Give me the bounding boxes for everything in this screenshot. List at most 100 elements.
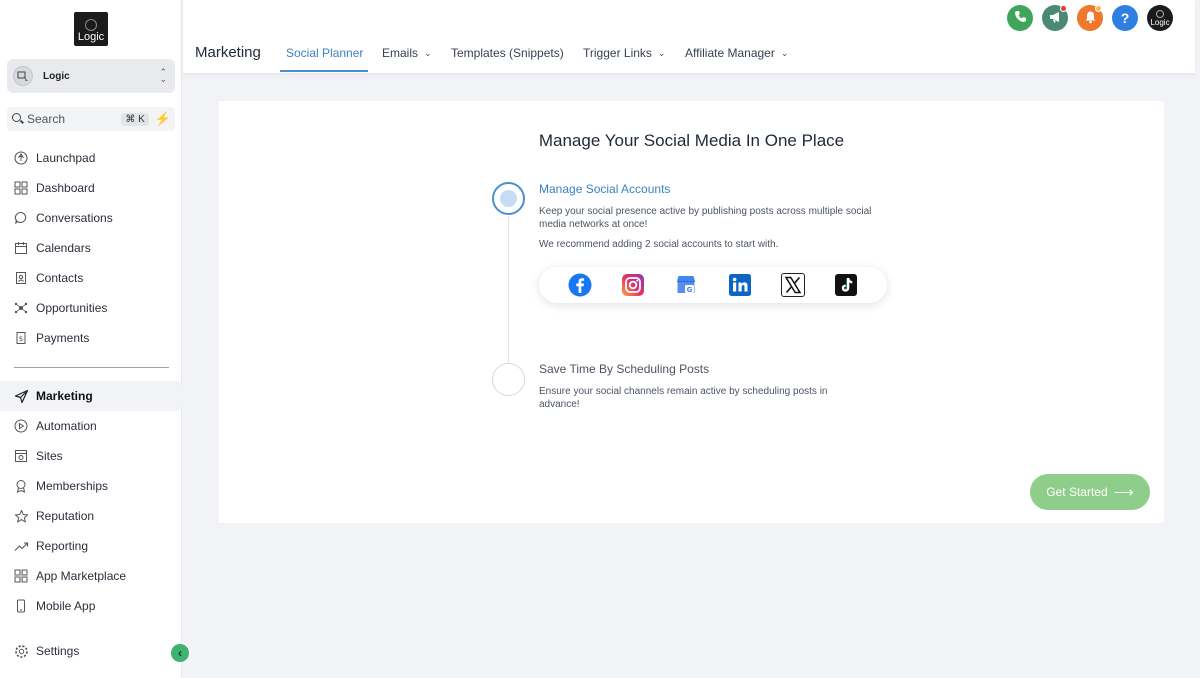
apps-grid-icon — [12, 567, 30, 585]
step-2-title: Save Time By Scheduling Posts — [539, 362, 710, 376]
dashboard-grid-icon — [12, 179, 30, 197]
sidebar-item-opportunities[interactable]: Opportunities — [0, 293, 182, 323]
tab-social-planner[interactable]: Social Planner — [286, 46, 363, 60]
active-tab-indicator — [280, 70, 368, 72]
automation-icon — [12, 417, 30, 435]
launchpad-icon — [12, 149, 30, 167]
account-name: Logic — [43, 70, 70, 82]
sidebar-item-label: Reporting — [36, 539, 89, 553]
sidebar-item-calendars[interactable]: Calendars — [0, 233, 182, 263]
tab-affiliate-manager[interactable]: Affiliate Manager ⌄ — [685, 46, 788, 60]
notification-dot — [1095, 5, 1102, 12]
logo-mark-icon — [1156, 10, 1164, 18]
sidebar-item-reputation[interactable]: Reputation — [0, 501, 182, 531]
arrow-right-icon: ⟶ — [1113, 483, 1134, 500]
sidebar-item-label: Memberships — [36, 479, 109, 493]
sidebar-item-label: Contacts — [36, 271, 84, 285]
chat-bubble-icon — [12, 209, 30, 227]
sidebar-item-label: Conversations — [36, 211, 113, 225]
sidebar-item-marketing[interactable]: Marketing — [0, 381, 182, 411]
sidebar-item-automation[interactable]: Automation — [0, 411, 182, 441]
sidebar-item-label: App Marketplace — [36, 569, 127, 583]
instagram-icon[interactable] — [621, 273, 645, 297]
search-label: Search — [27, 112, 66, 126]
logo-mark-icon — [85, 19, 97, 31]
logo-text: Logic — [77, 31, 105, 43]
linkedin-icon[interactable] — [728, 273, 752, 297]
star-icon — [12, 507, 30, 525]
step-2-indicator — [492, 363, 525, 396]
sidebar-item-label: Mobile App — [36, 599, 96, 613]
account-avatar — [13, 66, 33, 86]
step-1-title[interactable]: Manage Social Accounts — [539, 182, 670, 196]
help-button[interactable]: ? — [1112, 5, 1138, 31]
facebook-icon[interactable] — [568, 273, 592, 297]
sidebar-item-label: Opportunities — [36, 301, 108, 315]
tab-emails[interactable]: Emails ⌄ — [382, 46, 432, 60]
tab-label: Emails — [382, 46, 419, 60]
sidebar-item-label: Sites — [36, 449, 63, 463]
onboarding-title: Manage Your Social Media In One Place — [538, 131, 845, 150]
get-started-button[interactable]: Get Started ⟶ — [1030, 474, 1150, 510]
tab-label: Templates (Snippets) — [451, 46, 564, 60]
sidebar-item-label: Marketing — [36, 389, 93, 403]
search-shortcut: ⌘ K — [121, 112, 149, 126]
megaphone-icon — [1048, 10, 1062, 27]
contacts-icon — [12, 269, 30, 287]
memberships-icon — [12, 477, 30, 495]
chevron-down-icon: ⌄ — [657, 47, 666, 58]
google-business-icon[interactable]: G — [674, 273, 698, 297]
page-title: Marketing — [195, 44, 261, 61]
chevron-down-icon: ⌄ — [780, 47, 789, 58]
profile-avatar[interactable]: Logic — [1147, 5, 1173, 31]
step-1-note: We recommend adding 2 social accounts to… — [539, 239, 779, 250]
collapse-sidebar-button[interactable]: ‹ — [171, 644, 189, 662]
announcements-button[interactable] — [1042, 5, 1068, 31]
x-icon[interactable] — [780, 273, 805, 297]
payments-icon: $ — [12, 329, 30, 347]
ai-bolt-icon[interactable]: ⚡ — [155, 111, 171, 127]
sidebar-item-label: Reputation — [36, 509, 95, 523]
svg-text:$: $ — [19, 335, 23, 343]
brand-logo[interactable]: Logic — [74, 12, 108, 46]
sidebar-item-mobile-app[interactable]: Mobile App — [0, 591, 182, 621]
sidebar-item-payments[interactable]: $ Payments — [0, 323, 182, 353]
sidebar-item-label: Launchpad — [36, 151, 96, 165]
sidebar-item-launchpad[interactable]: Launchpad — [0, 143, 182, 173]
sidebar-item-memberships[interactable]: Memberships — [0, 471, 182, 501]
sidebar-item-app-marketplace[interactable]: App Marketplace — [0, 561, 182, 591]
phone-icon — [1014, 10, 1027, 26]
phone-button[interactable] — [1007, 5, 1033, 31]
sidebar-item-contacts[interactable]: Contacts — [0, 263, 182, 293]
sidebar: Logic Logic ⌃ ⌄ Search ⌘ K ⚡ Launchpad Da… — [0, 0, 182, 678]
sidebar-item-sites[interactable]: Sites — [0, 441, 182, 471]
sidebar-item-label: Dashboard — [36, 181, 95, 195]
search-bar[interactable]: Search ⌘ K ⚡ — [7, 107, 175, 131]
tab-label: Affiliate Manager — [685, 46, 775, 60]
sidebar-item-conversations[interactable]: Conversations — [0, 203, 182, 233]
account-switcher[interactable]: Logic ⌃ ⌄ — [7, 59, 175, 93]
sidebar-item-dashboard[interactable]: Dashboard — [0, 173, 182, 203]
send-plane-icon — [12, 387, 30, 405]
get-started-label: Get Started — [1046, 485, 1108, 499]
tab-label: Trigger Links — [583, 46, 652, 60]
chevron-left-icon: ‹ — [178, 646, 182, 660]
sidebar-item-label: Automation — [36, 419, 97, 433]
trend-icon — [12, 537, 30, 555]
calendar-icon — [12, 239, 30, 257]
notifications-button[interactable] — [1077, 5, 1103, 31]
step-1-indicator — [492, 182, 525, 215]
sidebar-item-settings[interactable]: Settings — [0, 636, 182, 666]
tiktok-icon[interactable] — [834, 273, 858, 297]
help-icon: ? — [1120, 10, 1130, 26]
opportunities-icon — [12, 299, 30, 317]
notification-dot — [1060, 5, 1067, 12]
sites-icon — [12, 447, 30, 465]
gear-icon — [12, 642, 30, 660]
sidebar-item-reporting[interactable]: Reporting — [0, 531, 182, 561]
profile-avatar-text: Logic — [1150, 18, 1170, 27]
sidebar-item-label: Calendars — [36, 241, 91, 255]
tab-trigger-links[interactable]: Trigger Links ⌄ — [583, 46, 665, 60]
tab-templates-snippets[interactable]: Templates (Snippets) — [451, 46, 564, 60]
chevron-updown-icon: ⌃ ⌄ — [159, 67, 167, 84]
